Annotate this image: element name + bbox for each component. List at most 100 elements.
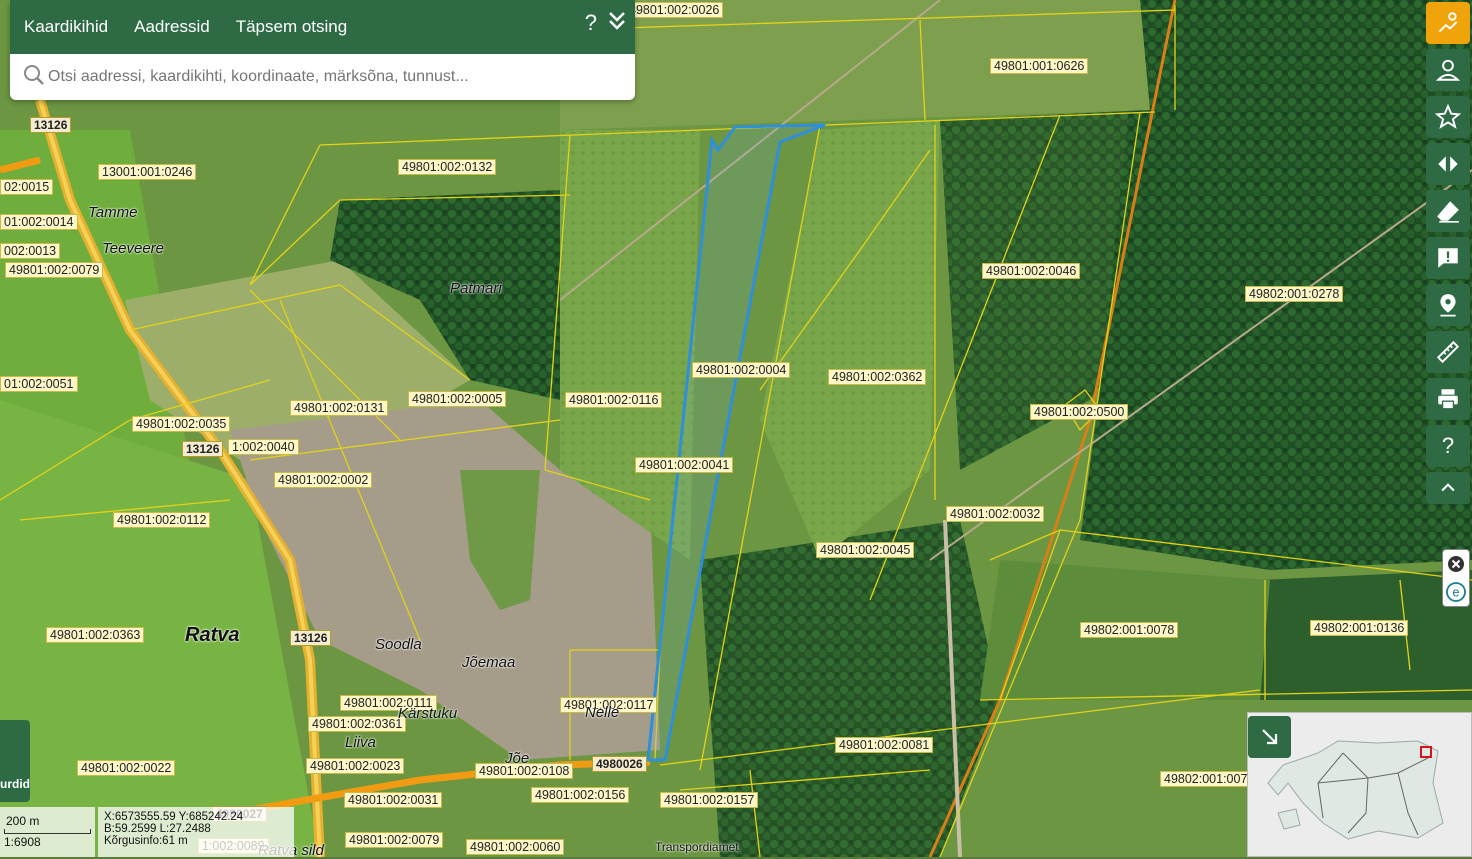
parcel-label[interactable]: 49801:002:0079: [345, 832, 444, 848]
road-number-badge: 13126: [30, 117, 72, 133]
parcel-label[interactable]: 49801:002:0132: [398, 159, 497, 175]
parcel-label[interactable]: 49801:002:0500: [1030, 404, 1129, 420]
parcel-label[interactable]: 49801:002:0079: [5, 262, 104, 278]
parcel-label[interactable]: 49801:002:0005: [408, 391, 507, 407]
measure-button[interactable]: [1426, 331, 1470, 373]
location-pin-icon: [1440, 294, 1456, 317]
parcel-label[interactable]: 49801:002:0363: [46, 627, 145, 643]
chevron-up-icon: [1441, 483, 1455, 492]
road-number-badge: 4980026: [592, 756, 647, 772]
parcel-label[interactable]: 49801:002:0031: [344, 792, 443, 808]
parcel-label[interactable]: 49801:002:0004: [692, 362, 791, 378]
compare-button[interactable]: [1426, 143, 1470, 185]
parcel-label[interactable]: 13001:001:0246: [98, 164, 197, 180]
user-icon: [1435, 59, 1461, 81]
compare-icon: [1438, 156, 1458, 172]
collapse-icon[interactable]: [607, 10, 627, 38]
tab-kaardikihid[interactable]: Kaardikihid: [10, 17, 121, 37]
overview-map[interactable]: [1247, 712, 1472, 857]
left-panel-label: urdid: [0, 777, 30, 791]
road-number-badge: 13126: [290, 630, 332, 646]
scale-label: 200 m: [6, 814, 40, 828]
search-input[interactable]: [46, 67, 610, 87]
parcel-label[interactable]: 49801:002:0041: [635, 457, 734, 473]
place-name: Teeveere: [102, 240, 164, 257]
xy-coordinates: X:6573555.59 Y:685242.24: [104, 811, 244, 823]
parcel-label[interactable]: 49802:001:0079: [1160, 771, 1259, 787]
parcel-label[interactable]: 49801:002:0032: [946, 506, 1045, 522]
place-name: Nelle: [585, 704, 620, 721]
star-icon: [1435, 104, 1461, 129]
map-tools-button[interactable]: [1426, 2, 1470, 44]
overview-toggle-button[interactable]: [1248, 716, 1291, 758]
parcel-label[interactable]: 49801:002:0046: [982, 263, 1081, 279]
parcel-label[interactable]: 49801:001:0626: [990, 58, 1089, 74]
search-bar: [10, 54, 635, 100]
place-name: Liiva: [345, 734, 376, 751]
parcel-label[interactable]: 49801:002:0045: [816, 542, 915, 558]
layer-badge[interactable]: e: [1442, 549, 1470, 607]
height-info: Kõrgusinfo:61 m: [104, 835, 188, 847]
parcel-label[interactable]: 01:002:0051: [0, 376, 78, 392]
parcel-label[interactable]: 49801:002:0022: [77, 760, 176, 776]
collapse-toolbar-button[interactable]: [1426, 472, 1470, 504]
scale-ratio: 1:6908: [4, 835, 41, 849]
place-name: Soodla: [375, 636, 422, 653]
parcel-label[interactable]: 49802:001:0278: [1245, 286, 1344, 302]
parcel-label[interactable]: 49801:002:0362: [828, 369, 927, 385]
parcel-label[interactable]: 49801:002:0131: [290, 400, 389, 416]
ruler-icon: [1436, 340, 1460, 364]
place-name: Jõemaa: [462, 654, 516, 671]
user-button[interactable]: [1426, 49, 1470, 91]
location-button[interactable]: [1426, 284, 1470, 326]
parcel-label[interactable]: 49801:002:0002: [274, 472, 373, 488]
eraser-button[interactable]: [1426, 190, 1470, 232]
scale-line: [4, 829, 91, 834]
e-service-icon[interactable]: e: [1446, 581, 1466, 602]
favorites-button[interactable]: [1426, 96, 1470, 138]
parcel-label[interactable]: 49801:002:0157: [660, 792, 759, 808]
parcel-label[interactable]: 49801:002:0035: [132, 416, 231, 432]
parcel-label[interactable]: 49801:002:0116: [565, 392, 663, 408]
parcel-label[interactable]: 49801:002:0023: [306, 758, 405, 774]
print-button[interactable]: [1426, 378, 1470, 420]
search-panel: Kaardikihid Aadressid Täpsem otsing ?: [10, 0, 635, 100]
place-name: Kärstuku: [398, 705, 458, 722]
road-number-badge: 13126: [182, 441, 224, 457]
place-name: Jõe: [505, 750, 530, 767]
bl-coordinates: B:59.2599 L:27.2488: [104, 823, 211, 835]
search-icon[interactable]: [22, 63, 46, 92]
parcel-label[interactable]: 49802:001:0078: [1080, 622, 1179, 638]
place-name: Patmari: [450, 280, 502, 297]
attribution-text: Transpordiamet: [655, 840, 739, 854]
help-icon[interactable]: ?: [585, 10, 597, 38]
help-button[interactable]: ?: [1426, 425, 1470, 467]
parcel-label[interactable]: 49801:002:0060: [466, 839, 565, 855]
parcel-label[interactable]: 002:0013: [0, 243, 61, 259]
arrow-expand-icon: [1261, 729, 1277, 745]
eraser-icon: [1437, 201, 1459, 223]
place-name: Ratva: [185, 624, 240, 646]
parcel-label[interactable]: 01:002:0014: [0, 214, 78, 230]
parcel-label[interactable]: 49801:002:0081: [835, 737, 934, 753]
svg-text:e: e: [1452, 584, 1459, 599]
place-name: Tamme: [88, 204, 138, 221]
parcel-label[interactable]: 02:0015: [0, 179, 54, 195]
map-tools-icon: [1438, 12, 1458, 33]
coordinate-readout: X:6573555.59 Y:685242.24 B:59.2599 L:27.…: [98, 807, 294, 857]
tab-tapsem-otsing[interactable]: Täpsem otsing: [223, 17, 361, 37]
parcel-label[interactable]: 49801:002:0112: [113, 512, 211, 528]
parcel-label[interactable]: 49801:002:0026: [625, 2, 724, 18]
feedback-button[interactable]: [1426, 237, 1470, 279]
left-panel-tab[interactable]: urdid: [0, 720, 30, 802]
right-toolbar: ?: [1424, 0, 1472, 509]
parcel-label[interactable]: 49802:001:0136: [1310, 620, 1409, 636]
tab-aadressid[interactable]: Aadressid: [121, 17, 223, 37]
parcel-label[interactable]: 1:002:0040: [228, 439, 299, 455]
question-mark-icon: ?: [1441, 433, 1455, 458]
parcel-label[interactable]: 49801:002:0156: [531, 787, 630, 803]
close-icon[interactable]: [1447, 555, 1465, 573]
parcel-label[interactable]: 49801:002:0361: [308, 716, 407, 732]
header-tabs: Kaardikihid Aadressid Täpsem otsing ?: [10, 0, 635, 54]
feedback-icon: [1438, 248, 1458, 268]
